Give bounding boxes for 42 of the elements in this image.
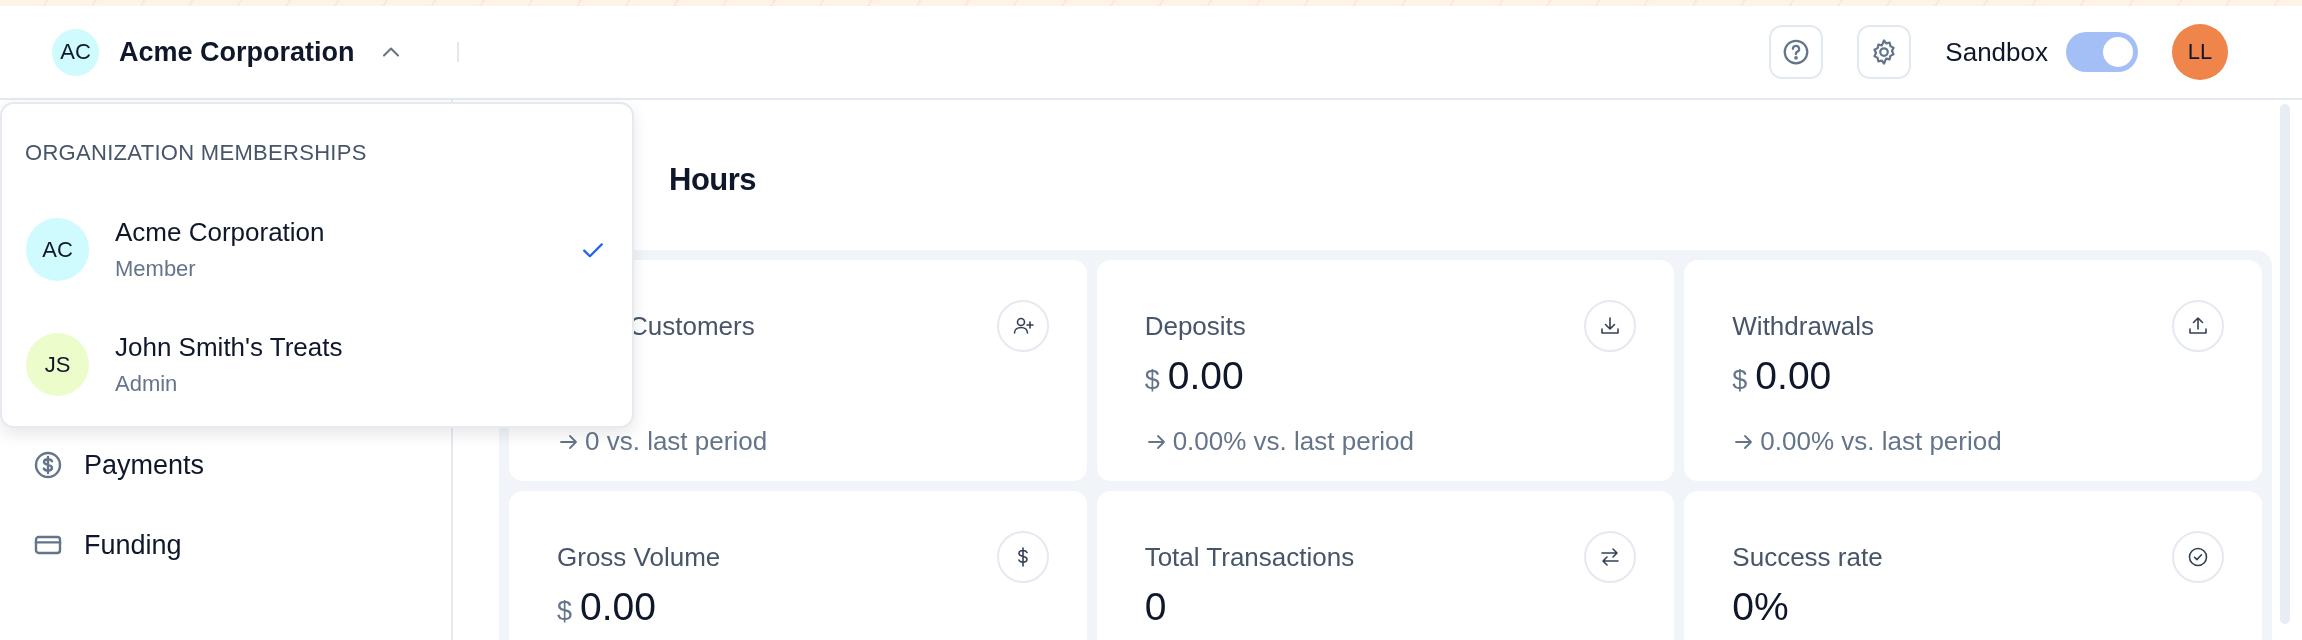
organization-name: Acme Corporation [115, 217, 326, 248]
download-icon [1584, 300, 1637, 352]
role-text: Admin [115, 371, 179, 397]
dollar-icon [996, 531, 1049, 583]
dollar-icon [32, 449, 64, 481]
organization-switcher[interactable]: AC Acme Corporation [52, 28, 405, 76]
sandbox-toggle[interactable] [2066, 32, 2138, 72]
organization-avatar: AC [26, 218, 89, 281]
currency-symbol: $ [1732, 365, 1748, 396]
metric-value: 0.00 [1755, 354, 1832, 398]
metric-value: 0.00 [580, 585, 656, 629]
sidebar-item[interactable]: Payments [0, 425, 451, 505]
page-title: Hours [668, 161, 758, 199]
change-text: 0.00% vs. last period [1760, 426, 2002, 457]
organization-avatar: AC [52, 28, 99, 76]
metric-value: 0 [1144, 585, 1167, 629]
metric-label: Withdrawals [1732, 310, 1874, 342]
role-text: Member [115, 256, 197, 282]
organization-name: Acme Corporation [119, 36, 355, 68]
organization-avatar: JS [26, 333, 89, 396]
organization-name: John Smith's Treats [115, 332, 344, 363]
currency-symbol: $ [557, 596, 573, 627]
menu-heading: ORGANIZATION MEMBERSHIPS [24, 140, 368, 166]
metric-value: 0% [1732, 585, 1789, 629]
settings-button[interactable] [1857, 25, 1912, 79]
metric-label: Total Transactions [1144, 541, 1355, 573]
metric-value: 0.00 [1167, 354, 1244, 398]
metric-label: Success rate [1732, 541, 1883, 573]
sandbox-label: Sandbox [1945, 36, 2048, 68]
metric-label: Deposits [1144, 310, 1246, 342]
change-text: 0 vs. last period [585, 426, 768, 457]
user-plus-icon [996, 300, 1049, 352]
user-avatar[interactable]: LL [2172, 24, 2228, 80]
currency-symbol: $ [1144, 365, 1160, 396]
upload-icon [2172, 300, 2224, 352]
check-circle-icon [2172, 531, 2224, 583]
metric-label: Gross Volume [557, 541, 721, 573]
help-button[interactable] [1769, 25, 1824, 79]
organization-option[interactable]: AC Acme Corporation Member [2, 192, 632, 307]
sidebar-item[interactable]: Funding [0, 505, 451, 585]
change-text: 0.00% vs. last period [1172, 426, 1414, 457]
swap-arrows-icon [1584, 531, 1637, 583]
